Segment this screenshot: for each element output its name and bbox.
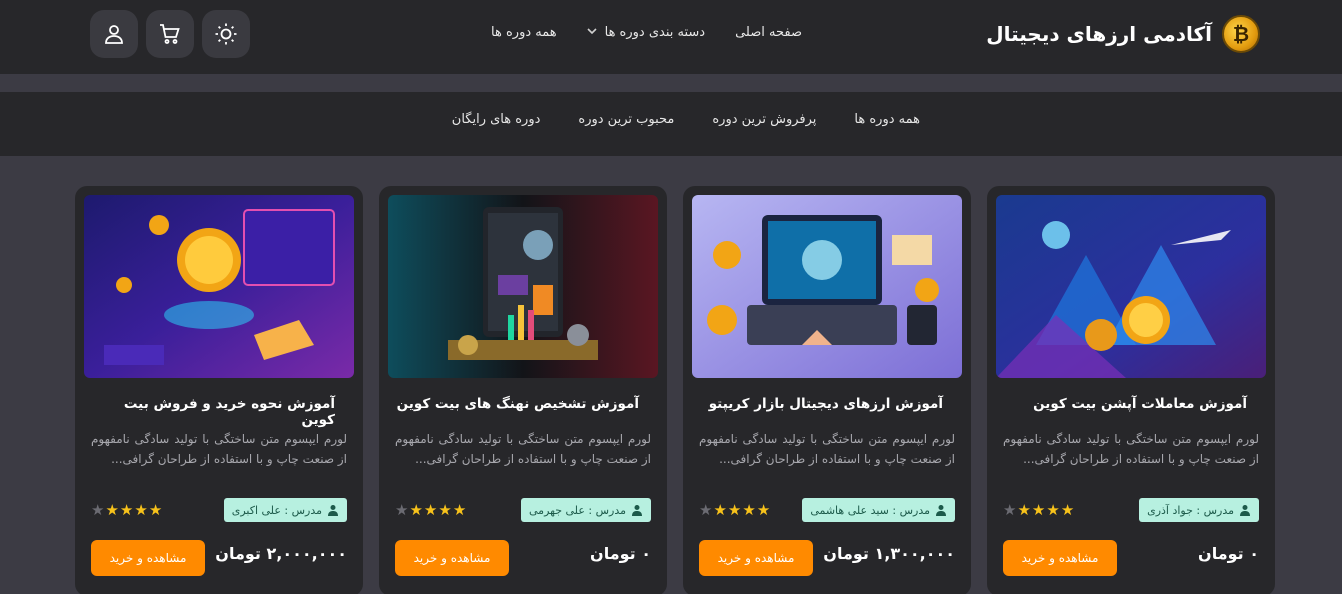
star-filled-icon: ★: [409, 501, 423, 519]
user-icon: [105, 25, 123, 44]
filter-most-popular[interactable]: محبوب ترین دوره: [578, 112, 674, 127]
star-filled-icon: ★: [423, 501, 438, 519]
filter-all-courses[interactable]: همه دوره ها: [854, 112, 920, 127]
star-filled-icon: ★: [1046, 501, 1060, 519]
star-filled-icon: ★: [134, 501, 148, 519]
brand[interactable]: ₿ آکادمی ارزهای دیجیتال: [986, 14, 1260, 54]
course-title[interactable]: آموزش ارزهای دیجیتال بازار کریپتو: [695, 396, 943, 412]
nav-categories-dropdown[interactable]: دسته بندی دوره ها: [587, 25, 705, 40]
course-thumbnail[interactable]: [692, 195, 962, 378]
teacher-badge: مدرس : سید علی هاشمی: [802, 498, 955, 522]
teacher-name: مدرس : جواد آذری: [1147, 503, 1234, 517]
teacher-badge: مدرس : علی جهرمی: [521, 498, 651, 522]
course-description: لورم ایپسوم متن ساختگی با تولید سادگی نا…: [1003, 432, 1259, 466]
star-filled-icon: ★: [1031, 501, 1046, 519]
nav-categories-label: دسته بندی دوره ها: [604, 24, 706, 40]
course-card[interactable]: آموزش ارزهای دیجیتال بازار کریپتو لورم ا…: [683, 186, 971, 594]
bitcoin-logo-icon: ₿: [1222, 15, 1260, 53]
teacher-name: مدرس : سید علی هاشمی: [810, 503, 930, 517]
star-empty-icon: ★: [91, 501, 105, 519]
filter-free-courses[interactable]: دوره های رایگان: [452, 112, 541, 127]
view-and-buy-button[interactable]: مشاهده و خرید: [395, 540, 509, 576]
nav-all-courses[interactable]: همه دوره ها: [491, 25, 557, 40]
person-icon: [328, 505, 338, 516]
star-filled-icon: ★: [756, 501, 771, 519]
course-price: ۰ تومان: [1198, 544, 1259, 563]
course-cards: آموزش معاملات آپشن بیت کوین لورم ایپسوم …: [75, 186, 1275, 594]
star-filled-icon: ★: [438, 501, 452, 519]
rating-stars: ★ ★ ★ ★ ★: [91, 501, 162, 519]
course-filter-nav: همه دوره ها پرفروش ترین دوره محبوب ترین …: [452, 112, 920, 127]
theme-toggle-sun-icon: [215, 23, 237, 45]
star-filled-icon: ★: [727, 501, 742, 519]
theme-toggle-button[interactable]: [202, 10, 250, 58]
top-header: ₿ آکادمی ارزهای دیجیتال صفحه اصلی دسته ب…: [0, 0, 1342, 74]
rating-stars: ★ ★ ★ ★ ★: [395, 501, 466, 519]
view-and-buy-button[interactable]: مشاهده و خرید: [91, 540, 205, 576]
course-description: لورم ایپسوم متن ساختگی با تولید سادگی نا…: [395, 432, 651, 466]
star-filled-icon: ★: [1060, 501, 1075, 519]
course-card[interactable]: آموزش معاملات آپشن بیت کوین لورم ایپسوم …: [987, 186, 1275, 594]
rating-stars: ★ ★ ★ ★ ★: [1003, 501, 1074, 519]
course-card[interactable]: آموزش نحوه خرید و فروش بیت کوین لورم ایپ…: [75, 186, 363, 594]
chevron-down-icon: [587, 26, 597, 39]
course-title[interactable]: آموزش تشخیص نهنگ های بیت کوین: [391, 396, 639, 412]
main-nav: صفحه اصلی دسته بندی دوره ها همه دوره ها: [491, 20, 802, 44]
course-thumbnail[interactable]: [388, 195, 658, 378]
brand-name: آکادمی ارزهای دیجیتال: [986, 22, 1212, 46]
person-icon: [632, 505, 642, 516]
view-and-buy-button[interactable]: مشاهده و خرید: [699, 540, 813, 576]
nav-home[interactable]: صفحه اصلی: [735, 25, 802, 40]
star-empty-icon: ★: [395, 501, 409, 519]
course-thumbnail[interactable]: [996, 195, 1266, 378]
filter-best-selling[interactable]: پرفروش ترین دوره: [712, 112, 816, 127]
star-filled-icon: ★: [119, 501, 134, 519]
course-price: ۱,۳۰۰,۰۰۰ تومان: [823, 544, 955, 563]
star-empty-icon: ★: [699, 501, 713, 519]
teacher-name: مدرس : علی اکبری: [231, 503, 322, 517]
course-title[interactable]: آموزش معاملات آپشن بیت کوین: [999, 396, 1247, 412]
cart-button[interactable]: [146, 10, 194, 58]
course-description: لورم ایپسوم متن ساختگی با تولید سادگی نا…: [699, 432, 955, 466]
view-and-buy-button[interactable]: مشاهده و خرید: [1003, 540, 1117, 576]
course-thumbnail[interactable]: [84, 195, 354, 378]
course-card[interactable]: آموزش تشخیص نهنگ های بیت کوین لورم ایپسو…: [379, 186, 667, 594]
star-filled-icon: ★: [452, 501, 467, 519]
person-icon: [1240, 505, 1250, 516]
star-empty-icon: ★: [1003, 501, 1017, 519]
header-actions: [90, 10, 250, 58]
course-title[interactable]: آموزش نحوه خرید و فروش بیت کوین: [87, 396, 335, 428]
course-price: ۲,۰۰۰,۰۰۰ تومان: [215, 544, 347, 563]
teacher-badge: مدرس : علی اکبری: [223, 498, 347, 522]
teacher-name: مدرس : علی جهرمی: [529, 503, 626, 517]
course-price: ۰ تومان: [590, 544, 651, 563]
star-filled-icon: ★: [742, 501, 756, 519]
user-button[interactable]: [90, 10, 138, 58]
star-filled-icon: ★: [713, 501, 727, 519]
star-filled-icon: ★: [105, 501, 119, 519]
cart-icon: [160, 24, 180, 44]
teacher-badge: مدرس : جواد آذری: [1139, 498, 1259, 522]
course-filter-bar: همه دوره ها پرفروش ترین دوره محبوب ترین …: [0, 92, 1342, 156]
person-icon: [936, 505, 946, 516]
star-filled-icon: ★: [1017, 501, 1031, 519]
course-description: لورم ایپسوم متن ساختگی با تولید سادگی نا…: [91, 432, 347, 466]
star-filled-icon: ★: [148, 501, 163, 519]
rating-stars: ★ ★ ★ ★ ★: [699, 501, 770, 519]
